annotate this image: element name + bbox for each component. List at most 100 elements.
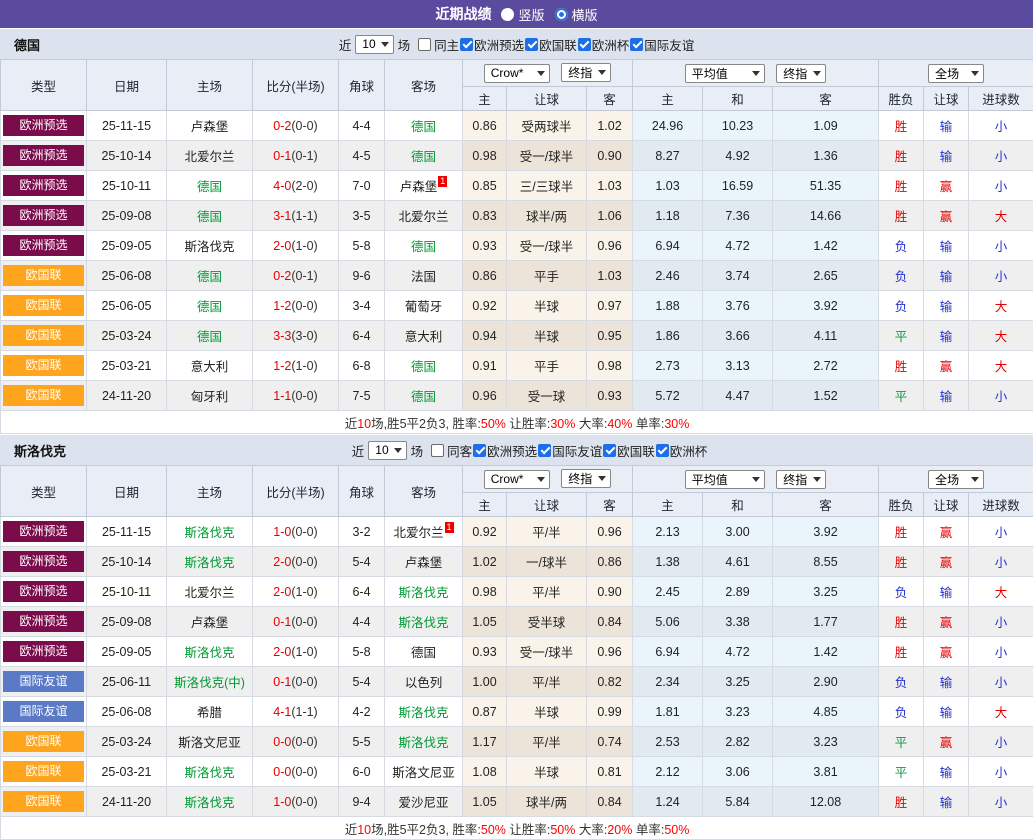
avg-home-odds-cell: 24.96	[633, 111, 703, 141]
final-odds-select[interactable]: 终指	[776, 64, 826, 83]
final-odds-select[interactable]: 终指	[776, 470, 826, 489]
competition-filter[interactable]: 国际友谊	[537, 441, 602, 460]
competition-filter[interactable]: 欧洲预选	[472, 441, 537, 460]
avg-draw-odds-cell: 3.76	[703, 291, 773, 321]
checkbox-icon[interactable]	[578, 38, 591, 51]
competition-filter[interactable]: 欧国联	[524, 35, 577, 54]
competition-type-badge: 欧洲预选	[3, 235, 84, 256]
chevron-down-icon	[971, 477, 979, 482]
home-team-cell: 北爱尔兰	[167, 577, 253, 607]
half-time-score: (1-0)	[291, 645, 317, 659]
bookmaker-select[interactable]: Crow*	[484, 470, 550, 489]
competition-type-badge: 国际友谊	[3, 671, 84, 692]
final-odds-select[interactable]: 终指	[561, 469, 611, 488]
summary-segment: 近	[345, 823, 358, 837]
competition-filter[interactable]: 国际友谊	[629, 35, 694, 54]
result-wdl-cell: 胜	[879, 787, 924, 817]
crow-away-odds-cell: 0.96	[587, 637, 633, 667]
col-avg-draw: 和	[703, 493, 773, 517]
full-time-score: 0-0	[273, 765, 291, 779]
half-time-score: (0-0)	[291, 765, 317, 779]
crow-home-odds-cell: 0.91	[463, 351, 507, 381]
score-cell: 0-1(0-0)	[253, 607, 339, 637]
avg-away-odds-cell: 1.09	[773, 111, 879, 141]
result-goals-cell: 小	[969, 171, 1033, 201]
games-count-select[interactable]: 10	[368, 441, 406, 460]
competition-type-badge: 欧国联	[3, 355, 84, 376]
competition-filter-label: 国际友谊	[552, 441, 602, 460]
corners-cell: 6-4	[339, 577, 385, 607]
checkbox-icon[interactable]	[431, 444, 444, 457]
same-side-filter[interactable]: 同客	[429, 441, 472, 460]
col-goals: 进球数	[969, 87, 1033, 111]
full-time-score: 1-0	[273, 525, 291, 539]
checkbox-icon[interactable]	[460, 38, 473, 51]
result-wdl-cell: 负	[879, 697, 924, 727]
result-handicap-cell: 输	[924, 291, 969, 321]
competition-type-cell: 欧洲预选	[1, 577, 87, 607]
red-card-badge: 1	[438, 176, 447, 187]
away-team-name: 德国	[411, 150, 436, 164]
away-team-cell: 意大利	[385, 321, 463, 351]
average-select[interactable]: 平均值	[685, 64, 765, 83]
date-cell: 25-10-11	[87, 577, 167, 607]
corners-cell: 6-8	[339, 351, 385, 381]
date-cell: 25-03-21	[87, 351, 167, 381]
crow-away-odds-cell: 1.03	[587, 171, 633, 201]
radio-horizontal-layout[interactable]: 横版	[555, 5, 598, 24]
competition-filter-label: 欧洲杯	[592, 35, 630, 54]
crow-handicap-cell: 受半球	[507, 607, 587, 637]
corners-cell: 5-8	[339, 231, 385, 261]
table-row: 欧洲预选25-10-14北爱尔兰0-1(0-1)4-5德国0.98受一/球半0.…	[1, 141, 1033, 171]
full-match-select[interactable]: 全场	[928, 470, 984, 489]
summary-segment: 20%	[607, 823, 632, 837]
home-team-cell: 希腊	[167, 697, 253, 727]
avg-away-odds-cell: 2.72	[773, 351, 879, 381]
col-crow-handicap: 让球	[507, 493, 587, 517]
final-odds-select[interactable]: 终指	[561, 63, 611, 82]
away-team-cell: 爱沙尼亚	[385, 787, 463, 817]
half-time-score: (1-1)	[291, 705, 317, 719]
checkbox-icon[interactable]	[418, 38, 431, 51]
competition-filter[interactable]: 欧洲预选	[459, 35, 524, 54]
checkbox-icon[interactable]	[538, 444, 551, 457]
result-group: 全场	[879, 466, 1033, 493]
table-row: 欧国联25-03-21意大利1-2(1-0)6-8德国0.91平手0.982.7…	[1, 351, 1033, 381]
competition-filter[interactable]: 欧洲杯	[577, 35, 630, 54]
checkbox-icon[interactable]	[603, 444, 616, 457]
crow-handicap-cell: 三/三球半	[507, 171, 587, 201]
col-type: 类型	[1, 466, 87, 517]
competition-type-cell: 欧洲预选	[1, 637, 87, 667]
col-wdl: 胜负	[879, 493, 924, 517]
checkbox-icon[interactable]	[473, 444, 486, 457]
score-cell: 2-0(1-0)	[253, 577, 339, 607]
average-select[interactable]: 平均值	[685, 470, 765, 489]
avg-home-odds-cell: 2.12	[633, 757, 703, 787]
avg-draw-odds-cell: 10.23	[703, 111, 773, 141]
full-match-select[interactable]: 全场	[928, 64, 984, 83]
same-side-filter[interactable]: 同主	[416, 35, 459, 54]
checkbox-icon[interactable]	[525, 38, 538, 51]
crow-away-odds-cell: 1.03	[587, 261, 633, 291]
table-row: 欧国联25-03-24斯洛文尼亚0-0(0-0)5-5斯洛伐克1.17平/半0.…	[1, 727, 1033, 757]
summary-segment: 10	[357, 417, 371, 431]
games-count-select[interactable]: 10	[355, 35, 393, 54]
corners-cell: 4-5	[339, 141, 385, 171]
table-row: 欧洲预选25-11-15卢森堡0-2(0-0)4-4德国0.86受两球半1.02…	[1, 111, 1033, 141]
away-team-cell: 北爱尔兰1	[385, 517, 463, 547]
crow-handicap-cell: 半球	[507, 697, 587, 727]
half-time-score: (0-0)	[291, 389, 317, 403]
col-crow-handicap: 让球	[507, 87, 587, 111]
bookmaker-select[interactable]: Crow*	[484, 64, 550, 83]
radio-vertical-layout[interactable]: 竖版	[501, 5, 544, 24]
full-time-score: 4-1	[273, 705, 291, 719]
radio-selected-icon[interactable]	[555, 8, 568, 21]
checkbox-icon[interactable]	[630, 38, 643, 51]
competition-filter-label: 欧洲预选	[474, 35, 524, 54]
radio-icon[interactable]	[501, 8, 514, 21]
competition-filter[interactable]: 欧洲杯	[655, 441, 708, 460]
competition-filter[interactable]: 欧国联	[602, 441, 655, 460]
result-goals-cell: 小	[969, 547, 1033, 577]
avg-draw-odds-cell: 4.61	[703, 547, 773, 577]
checkbox-icon[interactable]	[656, 444, 669, 457]
